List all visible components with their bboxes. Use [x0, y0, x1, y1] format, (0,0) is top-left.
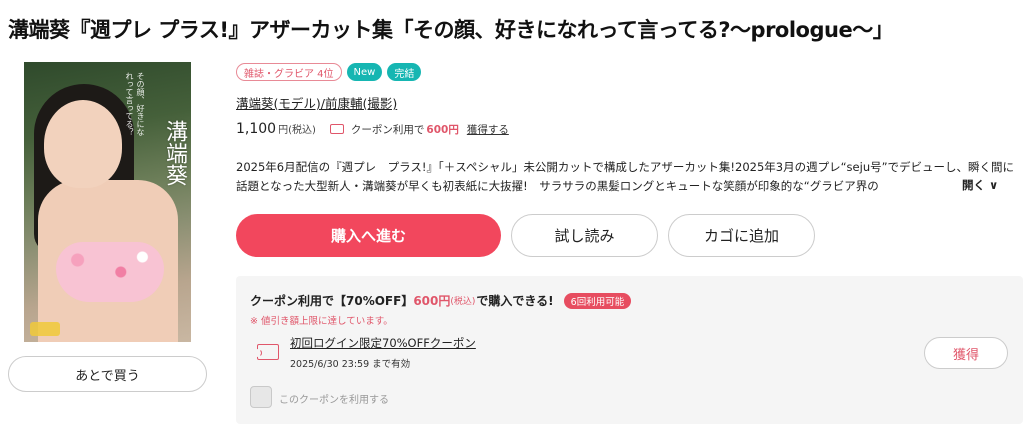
coupon-name-link[interactable]: 初回ログイン限定70%OFFクーポン: [290, 335, 476, 351]
complete-tag: 完結: [387, 63, 422, 81]
price-row: 1,100 円(税込) クーポン利用で 600円 獲得する: [236, 121, 509, 137]
get-coupon-button[interactable]: 獲得: [924, 337, 1008, 369]
add-to-cart-button[interactable]: カゴに追加: [668, 214, 815, 257]
purchase-button[interactable]: 購入へ進む: [236, 214, 501, 257]
usage-count-badge: 6回利用可能: [563, 292, 632, 309]
new-tag: New: [346, 63, 383, 81]
price-tax-label: 円(税込): [278, 125, 316, 136]
get-coupon-link[interactable]: 獲得する: [467, 122, 509, 137]
cover-title: 溝端葵: [162, 120, 187, 186]
coupon-headline-price: 600円: [413, 294, 451, 308]
expand-description-button[interactable]: 開く ∨: [950, 177, 1020, 196]
product-title: 溝端葵『週プレ プラス!』アザーカット集「その顔、好きになれって言ってる?〜pr…: [8, 18, 894, 42]
cover-image[interactable]: その顔、好きになれって言ってる？ 溝端葵: [24, 62, 191, 342]
description: 2025年6月配信の『週プレ プラス!』「＋スペシャル」未公開カットで構成したア…: [236, 160, 1015, 193]
coupon-price: 600円: [426, 124, 459, 136]
discount-limit-warning: ※ 値引き額上限に達しています。: [250, 316, 393, 327]
use-coupon-checkbox[interactable]: [250, 386, 272, 408]
author-link[interactable]: 溝端葵(モデル)/前康輔(撮影): [236, 93, 397, 112]
coupon-headline-suffix: で購入できる!: [476, 294, 554, 308]
cover-logo: [30, 322, 60, 336]
price-amount: 1,100: [236, 121, 277, 137]
coupon-expiry: 2025/6/30 23:59 まで有効: [290, 359, 411, 370]
coupon-headline-text: クーポン利用で【70%OFF】: [250, 294, 414, 308]
tag-list: 雑誌・グラビア 4位 New 完結: [236, 63, 422, 81]
coupon-headline: クーポン利用で【70%OFF】 600円 (税込) で購入できる! 6回利用可能: [250, 292, 632, 309]
buy-later-button[interactable]: あとで買う: [8, 356, 207, 392]
use-coupon-label: このクーポンを利用する: [279, 395, 389, 406]
cover-bikini: [56, 242, 164, 302]
coupon-headline-tax: (税込): [450, 297, 476, 307]
trial-read-button[interactable]: 試し読み: [511, 214, 658, 257]
coupon-icon: [329, 124, 344, 134]
coupon-panel: クーポン利用で【70%OFF】 600円 (税込) で購入できる! 6回利用可能…: [236, 276, 1023, 424]
cover-subtitle: その顔、好きになれって言ってる？: [125, 72, 145, 136]
ranking-tag[interactable]: 雑誌・グラビア 4位: [236, 63, 342, 81]
coupon-note: クーポン利用で: [350, 124, 425, 136]
ticket-icon: [254, 344, 279, 360]
cover-face: [44, 100, 122, 188]
